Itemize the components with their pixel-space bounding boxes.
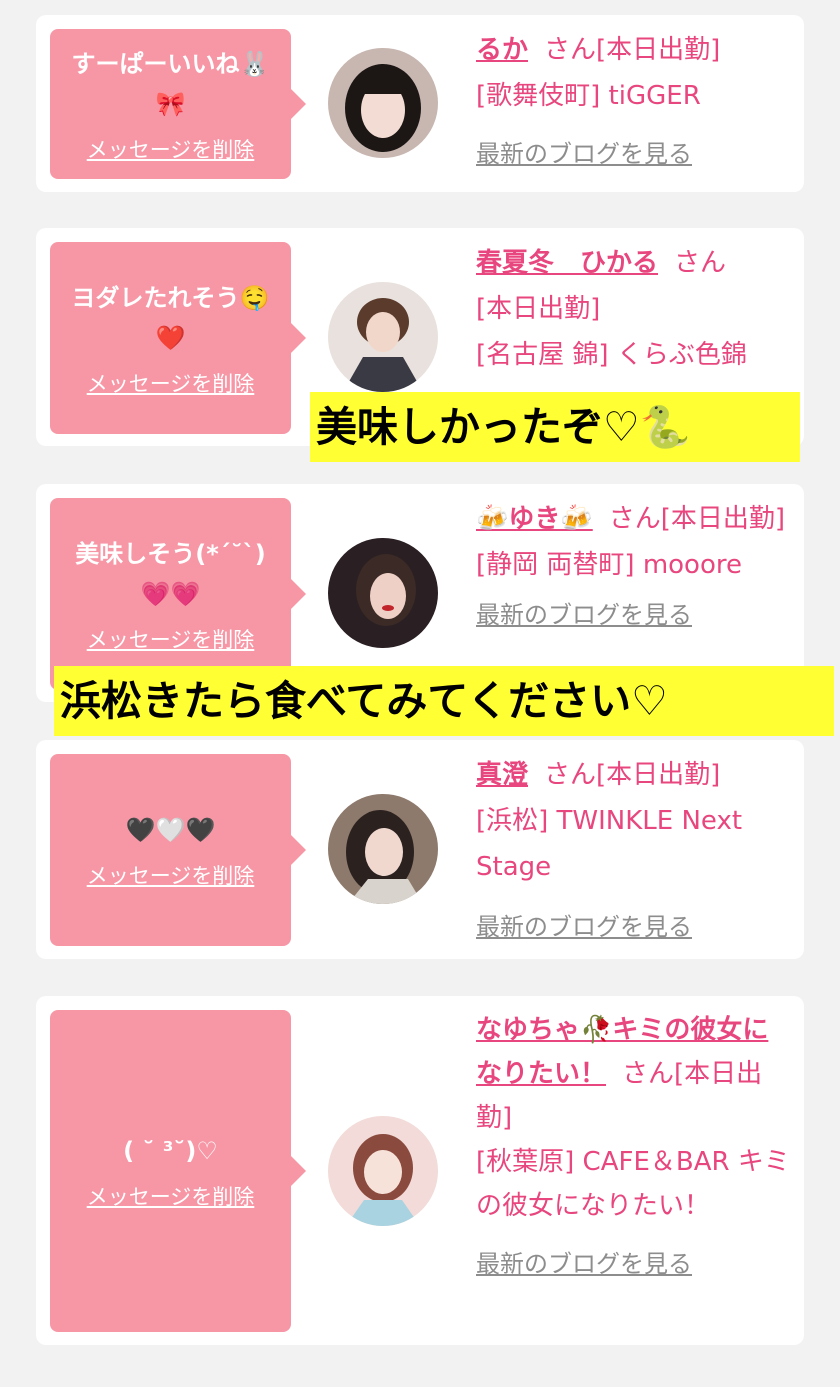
delete-message-link[interactable]: メッセージを削除 <box>87 134 255 164</box>
latest-blog-link[interactable]: 最新のブログを見る <box>476 1242 794 1286</box>
message-bubble: ( ˘ ³˘)♡ メッセージを削除 <box>50 1010 306 1332</box>
message-card: ( ˘ ³˘)♡ メッセージを削除 なゆちゃ🥀キミの彼女になりたい！ さん[本日出… <box>36 996 804 1345</box>
avatar[interactable] <box>328 48 438 158</box>
area-shop: [浜松] TWINKLE Next Stage <box>476 806 743 882</box>
message-text: ヨダレたれそう🤤❤️ <box>71 284 270 352</box>
honorific: さん <box>608 504 661 534</box>
cast-name-link[interactable]: 🍻ゆき🍻 <box>476 504 593 534</box>
delete-message-link[interactable]: メッセージを削除 <box>87 624 255 654</box>
latest-blog-link[interactable]: 最新のブログを見る <box>476 131 794 177</box>
message-text: ( ˘ ³˘)♡ <box>123 1137 218 1165</box>
status-label: [本日出勤] <box>660 504 786 534</box>
area-shop: [秋葉原] CAFE＆BAR キミの彼女になりたい！ <box>476 1147 790 1221</box>
area-shop: [名古屋 錦] くらぶ色錦 <box>476 340 747 370</box>
caption-overlay: 美味しかったぞ♡🐍 <box>310 392 800 462</box>
delete-message-link[interactable]: メッセージを削除 <box>87 860 255 890</box>
message-card: すーぱーいいね🐰🎀 メッセージを削除 るか さん[本日出勤] [歌舞伎町] tiG… <box>36 15 804 192</box>
honorific: さん <box>674 248 727 278</box>
avatar-photo <box>328 282 438 392</box>
avatar-photo <box>328 794 438 904</box>
honorific: さん <box>622 1059 675 1089</box>
message-bubble: すーぱーいいね🐰🎀 メッセージを削除 <box>50 29 306 179</box>
message-card: 🖤🤍🖤 メッセージを削除 真澄 さん[本日出勤] [浜松] TWINKLE Nex… <box>36 740 804 959</box>
delete-message-link[interactable]: メッセージを削除 <box>87 368 255 398</box>
avatar-photo <box>328 48 438 158</box>
cast-info: なゆちゃ🥀キミの彼女になりたい！ さん[本日出勤] [秋葉原] CAFE＆BAR … <box>476 1008 794 1286</box>
avatar[interactable] <box>328 794 438 904</box>
cast-info: 春夏冬 ひかる さん [本日出勤] [名古屋 錦] くらぶ色錦 <box>476 240 794 378</box>
honorific: さん <box>544 760 597 790</box>
status-label: [本日出勤] <box>596 760 721 790</box>
delete-message-link[interactable]: メッセージを削除 <box>87 1181 255 1211</box>
status-label: [本日出勤] <box>596 35 721 65</box>
status-label: [本日出勤] <box>476 294 601 324</box>
avatar[interactable] <box>328 282 438 392</box>
avatar[interactable] <box>328 1116 438 1226</box>
cast-info: るか さん[本日出勤] [歌舞伎町] tiGGER 最新のブログを見る <box>476 27 794 177</box>
area-shop: [歌舞伎町] tiGGER <box>476 81 701 111</box>
avatar-photo <box>328 538 438 648</box>
cast-info: 🍻ゆき🍻 さん[本日出勤] [静岡 両替町] mooore 最新のブログを見る <box>476 496 794 638</box>
cast-info: 真澄 さん[本日出勤] [浜松] TWINKLE Next Stage 最新のブロ… <box>476 752 794 950</box>
message-bubble: ヨダレたれそう🤤❤️ メッセージを削除 <box>50 242 306 434</box>
latest-blog-link[interactable]: 最新のブログを見る <box>476 592 794 638</box>
cast-name-link[interactable]: 真澄 <box>476 760 528 790</box>
caption-overlay: 浜松きたら食べてみてください♡ <box>54 666 834 736</box>
message-bubble: 🖤🤍🖤 メッセージを削除 <box>50 754 306 946</box>
avatar[interactable] <box>328 538 438 648</box>
message-bubble: 美味しそう(*´˘`)💗💗 メッセージを削除 <box>50 498 306 690</box>
honorific: さん <box>544 35 597 65</box>
avatar-photo <box>328 1116 438 1226</box>
message-text: 🖤🤍🖤 <box>125 816 216 844</box>
cast-name-link[interactable]: 春夏冬 ひかる <box>476 248 658 278</box>
message-text: すーぱーいいね🐰🎀 <box>71 50 270 118</box>
area-shop: [静岡 両替町] mooore <box>476 550 742 580</box>
latest-blog-link[interactable]: 最新のブログを見る <box>476 904 794 950</box>
cast-name-link[interactable]: るか <box>476 35 528 65</box>
message-text: 美味しそう(*´˘`)💗💗 <box>75 540 266 608</box>
